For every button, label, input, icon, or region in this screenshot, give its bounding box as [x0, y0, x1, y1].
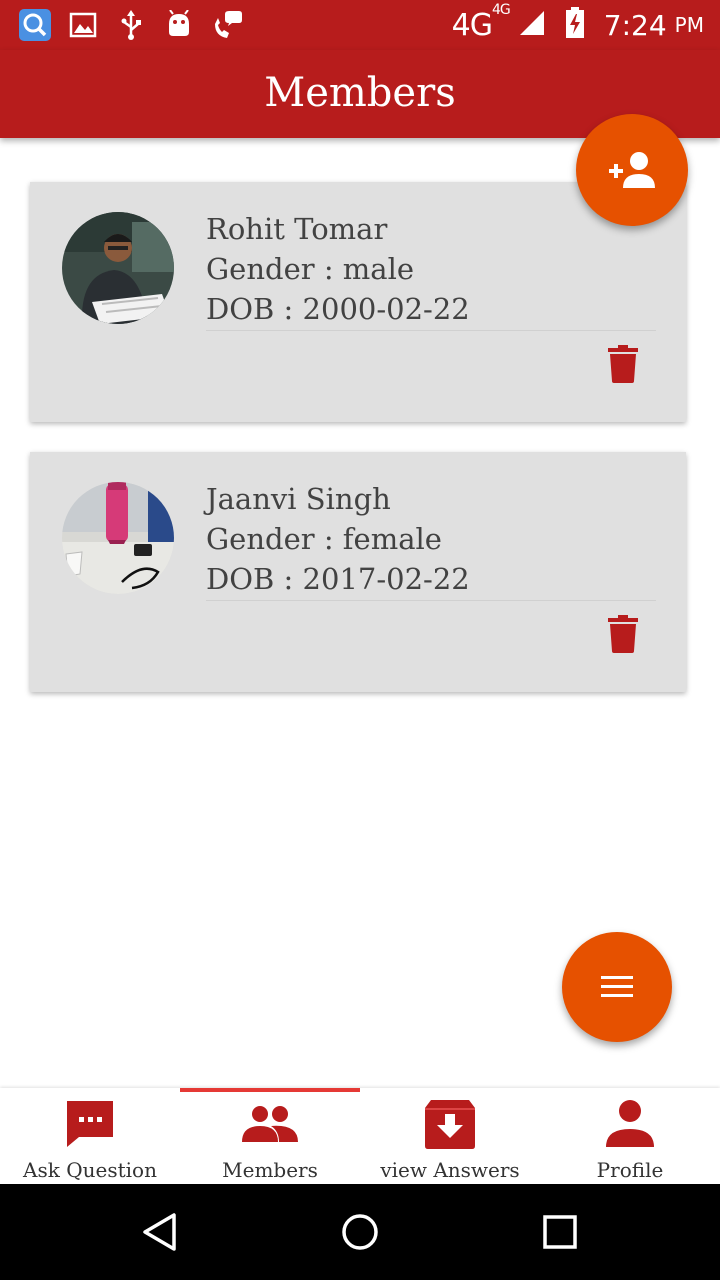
clock-ampm: PM [674, 13, 704, 37]
recents-button[interactable] [536, 1208, 584, 1256]
member-card: Jaanvi Singh Gender : female DOB : 2017-… [30, 452, 686, 692]
trash-icon [608, 615, 638, 653]
member-card: Rohit Tomar Gender : male DOB : 2000-02-… [30, 182, 686, 422]
signal-icon [518, 9, 546, 41]
system-navigation-bar [0, 1184, 720, 1280]
member-gender: Gender : male [206, 252, 415, 286]
nav-label: view Answers [380, 1158, 520, 1182]
gallery-icon [66, 8, 100, 42]
recents-square-icon [543, 1215, 577, 1249]
nav-item-view-answers[interactable]: view Answers [360, 1088, 540, 1184]
member-dob: DOB : 2000-02-22 [206, 292, 470, 326]
chat-icon [67, 1101, 113, 1147]
add-person-icon [609, 152, 655, 188]
nav-label: Members [222, 1158, 318, 1182]
back-button[interactable] [136, 1208, 184, 1256]
home-button[interactable] [336, 1208, 384, 1256]
nav-item-ask-question[interactable]: Ask Question [0, 1088, 180, 1184]
network-type: 4G4G [451, 1, 511, 43]
card-divider [206, 600, 656, 601]
home-circle-icon [342, 1214, 378, 1250]
nav-item-profile[interactable]: Profile [540, 1088, 720, 1184]
bottom-navigation: Ask Question Members view Answers Profil… [0, 1088, 720, 1184]
person-icon [606, 1100, 654, 1147]
member-name: Jaanvi Singh [206, 482, 391, 516]
menu-fab-button[interactable] [562, 932, 672, 1042]
clock-time: 7:24 [603, 8, 667, 42]
nav-label: Profile [596, 1158, 664, 1182]
card-divider [206, 330, 656, 331]
member-name: Rohit Tomar [206, 212, 388, 246]
people-icon [242, 1106, 298, 1142]
member-dob: DOB : 2017-02-22 [206, 562, 470, 596]
battery-charging-icon [564, 7, 586, 43]
nav-label: Ask Question [23, 1158, 157, 1182]
menu-icon [601, 976, 633, 997]
delete-member-button[interactable] [604, 612, 642, 656]
trash-icon [608, 345, 638, 383]
member-avatar [62, 482, 174, 594]
status-bar: 4G4G 7:24 PM [0, 0, 720, 50]
usb-icon [114, 8, 148, 42]
call-icon [210, 8, 244, 42]
member-gender: Gender : female [206, 522, 442, 556]
search-app-icon [18, 8, 52, 42]
add-member-button[interactable] [576, 114, 688, 226]
member-avatar [62, 212, 174, 324]
page-title: Members [264, 70, 456, 116]
nav-item-members[interactable]: Members [180, 1088, 360, 1184]
archive-icon [425, 1100, 475, 1149]
delete-member-button[interactable] [604, 342, 642, 386]
android-icon [162, 8, 196, 42]
back-triangle-icon [143, 1213, 176, 1251]
